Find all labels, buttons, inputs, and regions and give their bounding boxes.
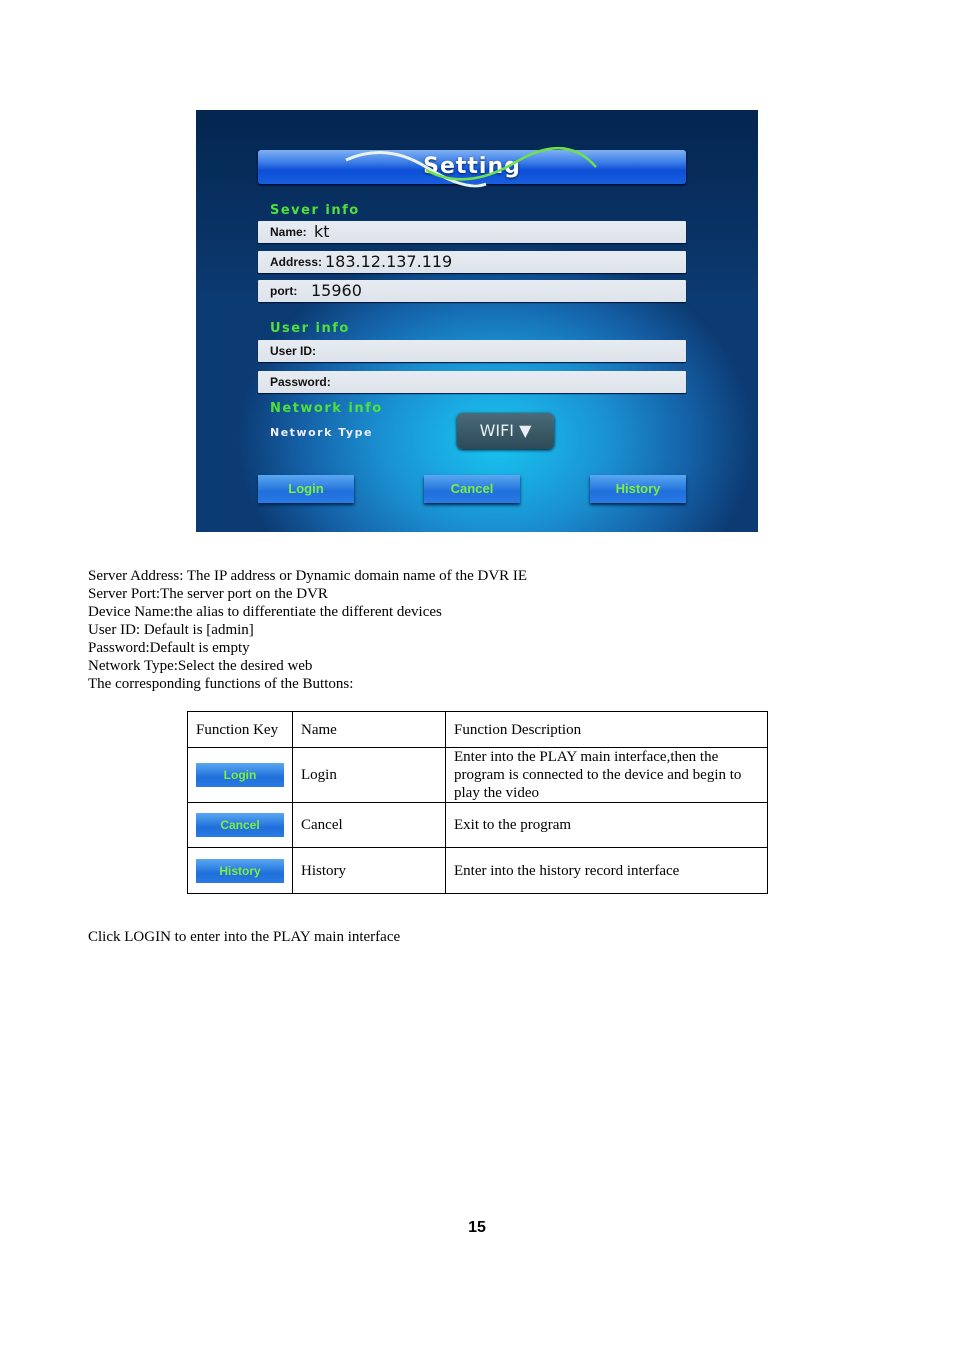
desc-line: The corresponding functions of the Butto…	[88, 676, 354, 692]
desc-line: Server Port:The server port on the DVR	[88, 586, 328, 602]
swoosh-decoration	[345, 147, 597, 188]
name-field[interactable]: Name: kt	[258, 221, 686, 243]
function-table: Function Key Name Function Description L…	[187, 711, 768, 894]
key-cell: History	[187, 847, 293, 894]
header-cell: Function Key	[187, 711, 293, 748]
history-button[interactable]: History	[590, 475, 686, 503]
password-label: Password:	[270, 375, 331, 389]
cancel-button[interactable]: Cancel	[424, 475, 520, 503]
table-row: History History Enter into the history r…	[187, 847, 768, 894]
page-number: 15	[468, 1219, 486, 1236]
address-value: 183.12.137.119	[325, 252, 453, 271]
name-cell: History	[292, 847, 446, 894]
key-cell: Login	[187, 747, 293, 803]
login-key-image: Login	[196, 763, 284, 787]
desc-cell: Exit to the program	[445, 802, 768, 848]
table-header-row: Function Key Name Function Description	[187, 711, 768, 748]
name-value: kt	[314, 222, 330, 241]
server-info-heading: Sever info	[270, 203, 360, 218]
document-page: Setting Sever info Name: kt Address: 183.1…	[0, 0, 954, 1351]
address-field[interactable]: Address: 183.12.137.119	[258, 251, 686, 273]
desc-line: Device Name:the alias to differentiate t…	[88, 604, 442, 620]
network-type-label: Network Type	[270, 426, 373, 439]
user-info-heading: User info	[270, 321, 350, 336]
desc-cell: Enter into the PLAY main interface,then …	[445, 747, 768, 803]
name-cell: Login	[292, 747, 446, 803]
description-text: Server Address: The IP address or Dynami…	[88, 567, 527, 693]
desc-line: User ID: Default is [admin]	[88, 622, 254, 638]
password-field[interactable]: Password:	[258, 371, 686, 393]
history-key-image: History	[196, 858, 284, 883]
userid-label: User ID:	[270, 344, 317, 358]
port-value: 15960	[311, 281, 362, 300]
name-label: Name:	[270, 225, 307, 239]
desc-cell: Enter into the history record interface	[445, 847, 768, 894]
desc-line: Password:Default is empty	[88, 640, 250, 656]
dropdown-arrow-icon: ▼	[519, 421, 532, 440]
userid-field[interactable]: User ID:	[258, 340, 686, 362]
setting-screenshot: Setting Sever info Name: kt Address: 183.1…	[196, 110, 758, 532]
cancel-key-image: Cancel	[196, 813, 284, 837]
desc-line: Network Type:Select the desired web	[88, 658, 313, 674]
port-field[interactable]: port: 15960	[258, 280, 686, 302]
port-label: port:	[270, 284, 298, 298]
table-row: Cancel Cancel Exit to the program	[187, 802, 768, 848]
login-button[interactable]: Login	[258, 475, 354, 503]
footer-text: Click LOGIN to enter into the PLAY main …	[88, 929, 401, 945]
network-type-value: WIFI	[479, 421, 515, 440]
header-cell: Function Description	[445, 711, 768, 748]
table-row: Login Login Enter into the PLAY main int…	[187, 747, 768, 803]
network-info-heading: Network info	[270, 401, 383, 416]
name-cell: Cancel	[292, 802, 446, 848]
network-type-dropdown[interactable]: WIFI ▼	[457, 413, 554, 449]
key-cell: Cancel	[187, 802, 293, 848]
desc-line: Server Address: The IP address or Dynami…	[88, 568, 528, 584]
address-label: Address:	[270, 255, 323, 269]
header-cell: Name	[292, 711, 446, 748]
